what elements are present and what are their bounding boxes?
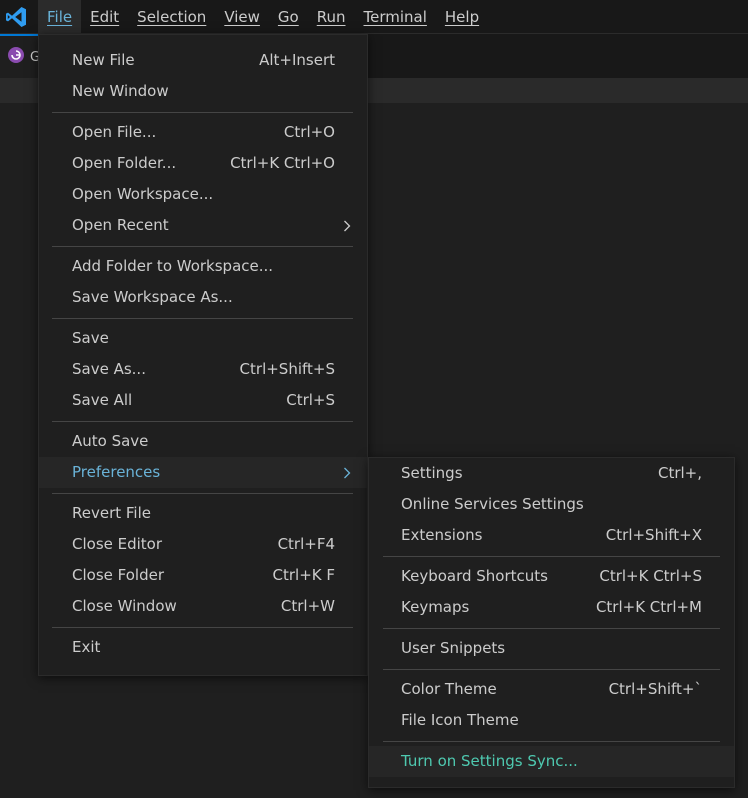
menu-label: Save (72, 329, 109, 347)
menu-item-settings[interactable]: Settings Ctrl+, (369, 458, 734, 489)
menu-item-exit[interactable]: Exit (39, 632, 367, 663)
menu-item-close-window[interactable]: Close Window Ctrl+W (39, 591, 367, 622)
menu-item-save-all[interactable]: Save All Ctrl+S (39, 385, 367, 416)
menu-shortcut: Ctrl+F4 (277, 535, 335, 553)
menu-item-extensions[interactable]: Extensions Ctrl+Shift+X (369, 520, 734, 551)
menu-item-revert-file[interactable]: Revert File (39, 498, 367, 529)
menu-label: Close Editor (72, 535, 163, 553)
menubar-edit[interactable]: Edit (81, 0, 128, 34)
menu-separator (369, 664, 734, 674)
menu-label: Exit (72, 638, 101, 656)
menu-label: Save All (72, 391, 133, 409)
menu-shortcut: Ctrl+O (283, 123, 335, 141)
menu-label: Open Folder... (72, 154, 177, 172)
menu-separator (39, 488, 367, 498)
menu-separator (39, 241, 367, 251)
menu-item-online-services-settings[interactable]: Online Services Settings (369, 489, 734, 520)
menu-item-close-folder[interactable]: Close Folder Ctrl+K F (39, 560, 367, 591)
menu-label: New File (72, 51, 135, 69)
menu-shortcut: Ctrl+Shift+S (239, 360, 335, 378)
menu-separator (369, 736, 734, 746)
menu-separator (369, 551, 734, 561)
menu-label: New Window (72, 82, 169, 100)
menu-item-auto-save[interactable]: Auto Save (39, 426, 367, 457)
menu-label: Open File... (72, 123, 157, 141)
menu-shortcut: Ctrl+, (657, 464, 702, 482)
menu-item-open-workspace[interactable]: Open Workspace... (39, 179, 367, 210)
gatsby-icon (8, 47, 24, 63)
menubar-file[interactable]: File (38, 0, 82, 34)
menu-label: Open Workspace... (72, 185, 214, 203)
editor-tab[interactable]: G (0, 34, 40, 78)
menu-shortcut: Ctrl+W (280, 597, 335, 615)
menu-separator (39, 416, 367, 426)
menu-label: Auto Save (72, 432, 149, 450)
menu-label: Add Folder to Workspace... (72, 257, 274, 275)
menu-label: Open Recent (72, 216, 169, 234)
menubar-selection[interactable]: Selection (128, 0, 215, 34)
menu-label: Close Window (72, 597, 177, 615)
title-bar: File Edit Selection View Go Run Terminal… (0, 0, 748, 34)
menu-item-add-folder[interactable]: Add Folder to Workspace... (39, 251, 367, 282)
menu-separator (369, 623, 734, 633)
menu-label: Revert File (72, 504, 151, 522)
chevron-right-icon (341, 210, 353, 241)
menu-item-color-theme[interactable]: Color Theme Ctrl+Shift+` (369, 674, 734, 705)
menu-item-user-snippets[interactable]: User Snippets (369, 633, 734, 664)
chevron-right-icon (341, 457, 353, 488)
vscode-logo-icon (6, 7, 26, 27)
menubar-help[interactable]: Help (436, 0, 488, 34)
menu-item-save[interactable]: Save (39, 323, 367, 354)
menu-label: User Snippets (401, 639, 506, 657)
menu-bar: File Edit Selection View Go Run Terminal… (38, 0, 488, 34)
menu-separator (39, 622, 367, 632)
menu-separator (39, 107, 367, 117)
menu-item-new-file[interactable]: New File Alt+Insert (39, 45, 367, 76)
menu-separator (39, 313, 367, 323)
menu-shortcut: Ctrl+K Ctrl+M (595, 598, 702, 616)
menu-item-save-as[interactable]: Save As... Ctrl+Shift+S (39, 354, 367, 385)
menu-shortcut: Alt+Insert (259, 51, 335, 69)
menu-label: Turn on Settings Sync... (401, 752, 578, 770)
menu-label: Settings (401, 464, 463, 482)
menu-item-save-workspace-as[interactable]: Save Workspace As... (39, 282, 367, 313)
menu-shortcut: Ctrl+K F (272, 566, 336, 584)
menu-shortcut: Ctrl+K Ctrl+O (230, 154, 335, 172)
menu-shortcut: Ctrl+K Ctrl+S (599, 567, 702, 585)
menubar-view[interactable]: View (215, 0, 269, 34)
menu-label: File Icon Theme (401, 711, 519, 729)
menu-item-new-window[interactable]: New Window (39, 76, 367, 107)
menu-label: Keyboard Shortcuts (401, 567, 548, 585)
menu-label: Extensions (401, 526, 483, 544)
file-menu: New File Alt+Insert New Window Open File… (38, 34, 368, 676)
menubar-terminal[interactable]: Terminal (355, 0, 436, 34)
menu-item-keymaps[interactable]: Keymaps Ctrl+K Ctrl+M (369, 592, 734, 623)
preferences-submenu: Settings Ctrl+, Online Services Settings… (368, 457, 735, 788)
menu-item-turn-on-settings-sync[interactable]: Turn on Settings Sync... (369, 746, 734, 777)
menubar-go[interactable]: Go (269, 0, 308, 34)
menu-label: Preferences (72, 463, 161, 481)
menu-item-file-icon-theme[interactable]: File Icon Theme (369, 705, 734, 736)
menu-label: Save Workspace As... (72, 288, 233, 306)
menu-label: Keymaps (401, 598, 470, 616)
menu-label: Color Theme (401, 680, 497, 698)
menu-label: Close Folder (72, 566, 164, 584)
menu-item-open-file[interactable]: Open File... Ctrl+O (39, 117, 367, 148)
menu-shortcut: Ctrl+S (286, 391, 335, 409)
menu-shortcut: Ctrl+Shift+` (608, 680, 702, 698)
menu-label: Online Services Settings (401, 495, 584, 513)
menu-item-preferences[interactable]: Preferences (39, 457, 367, 488)
menu-item-close-editor[interactable]: Close Editor Ctrl+F4 (39, 529, 367, 560)
menu-label: Save As... (72, 360, 146, 378)
menu-shortcut: Ctrl+Shift+X (605, 526, 702, 544)
menu-item-keyboard-shortcuts[interactable]: Keyboard Shortcuts Ctrl+K Ctrl+S (369, 561, 734, 592)
menubar-run[interactable]: Run (308, 0, 355, 34)
menu-item-open-recent[interactable]: Open Recent (39, 210, 367, 241)
menu-item-open-folder[interactable]: Open Folder... Ctrl+K Ctrl+O (39, 148, 367, 179)
